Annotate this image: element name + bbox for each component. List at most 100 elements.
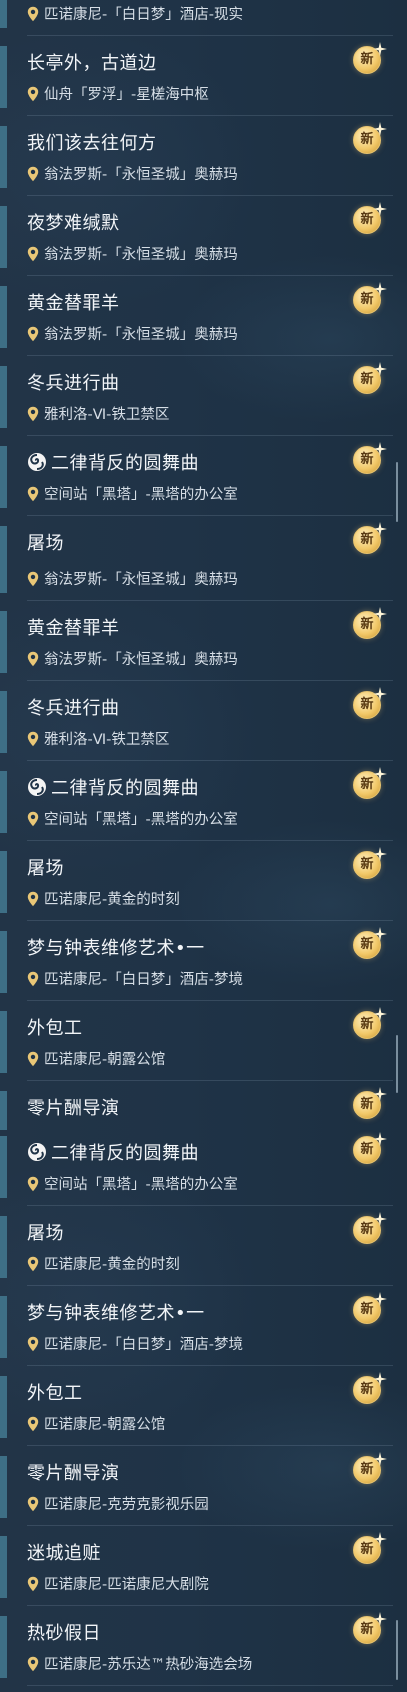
quest-title: 零片酬导演 bbox=[27, 1098, 120, 1119]
new-badge: 新 bbox=[353, 524, 387, 558]
new-badge: 新 bbox=[353, 1614, 387, 1648]
row-accent bbox=[0, 1216, 7, 1278]
scrollbar[interactable] bbox=[396, 462, 398, 522]
row-accent bbox=[0, 771, 7, 833]
location-pin-icon bbox=[27, 486, 39, 502]
list-item[interactable]: 梦与钟表维修艺术•一 匹诺康尼-「白日梦」酒店-梦境 新 bbox=[0, 1286, 407, 1366]
location-pin-icon bbox=[27, 971, 39, 987]
location-text: 空间站「黑塔」-黑塔的办公室 bbox=[27, 483, 238, 504]
new-badge: 新 bbox=[353, 284, 387, 318]
list-item[interactable]: 二律背反的圆舞曲 空间站「黑塔」-黑塔的办公室 新 bbox=[0, 1130, 407, 1206]
sparkle-icon bbox=[373, 202, 387, 216]
list-item-partial[interactable]: 翁法罗斯-「永恒圣城」奥赫玛 bbox=[0, 565, 407, 601]
location-pin-icon bbox=[27, 1656, 39, 1672]
sparkle-icon bbox=[373, 1532, 387, 1546]
location-text: 匹诺康尼-克劳克影视乐园 bbox=[27, 1493, 209, 1514]
sparkle-icon bbox=[373, 607, 387, 621]
sparkle-icon bbox=[373, 927, 387, 941]
new-badge: 新 bbox=[353, 1374, 387, 1408]
sparkle-icon bbox=[373, 1132, 387, 1146]
location-text: 匹诺康尼-朝露公馆 bbox=[27, 1413, 165, 1434]
list-item[interactable]: 外包工 匹诺康尼-朝露公馆 新 bbox=[0, 1001, 407, 1081]
location-text: 空间站「黑塔」-黑塔的办公室 bbox=[27, 1173, 238, 1194]
sparkle-icon bbox=[373, 767, 387, 781]
location-pin-icon bbox=[27, 6, 39, 22]
location-pin-icon bbox=[27, 406, 39, 422]
row-accent bbox=[0, 851, 7, 913]
list-item[interactable]: 零片酬导演 新 bbox=[0, 1081, 407, 1130]
location-pin-icon bbox=[27, 246, 39, 262]
location-pin-icon bbox=[27, 1336, 39, 1352]
new-badge: 新 bbox=[353, 689, 387, 723]
list-item[interactable]: 屠场 匹诺康尼-黄金的时刻 新 bbox=[0, 1206, 407, 1286]
row-accent bbox=[0, 0, 7, 28]
row-accent bbox=[0, 1376, 7, 1438]
location-text: 雅利洛-Ⅵ-铁卫禁区 bbox=[27, 728, 169, 749]
location-text: 匹诺康尼-匹诺康尼大剧院 bbox=[27, 1573, 209, 1594]
location-pin-icon bbox=[27, 1576, 39, 1592]
list-item[interactable]: 冬兵进行曲 雅利洛-Ⅵ-铁卫禁区 新 bbox=[0, 681, 407, 761]
row-accent bbox=[0, 1616, 7, 1678]
list-item[interactable]: 迷城追赃 匹诺康尼-匹诺康尼大剧院 新 bbox=[0, 1526, 407, 1606]
location-text: 翁法罗斯-「永恒圣城」奥赫玛 bbox=[27, 323, 238, 344]
new-badge: 新 bbox=[353, 1534, 387, 1568]
quest-title: 外包工 bbox=[27, 1383, 83, 1404]
sparkle-icon bbox=[373, 42, 387, 56]
quest-title: 长亭外，古道边 bbox=[27, 53, 157, 74]
new-badge: 新 bbox=[353, 609, 387, 643]
special-quest-icon bbox=[27, 777, 47, 797]
new-badge: 新 bbox=[353, 929, 387, 963]
list-item[interactable]: 热砂假日 匹诺康尼-苏乐达™热砂海选会场 新 bbox=[0, 1606, 407, 1686]
list-item[interactable]: 我们该去往何方 翁法罗斯-「永恒圣城」奥赫玛 新 bbox=[0, 116, 407, 196]
scrollbar[interactable] bbox=[396, 1035, 398, 1093]
scrollbar[interactable] bbox=[396, 1620, 398, 1680]
location-pin-icon bbox=[27, 571, 39, 587]
sparkle-icon bbox=[373, 1372, 387, 1386]
list-item[interactable]: 夜梦难缄默 翁法罗斯-「永恒圣城」奥赫玛 新 bbox=[0, 196, 407, 276]
row-accent bbox=[0, 1456, 7, 1518]
list-item[interactable]: 长亭外，古道边仙舟「罗浮」-星槎海中枢 新 bbox=[0, 36, 407, 116]
location-text: 仙舟「罗浮」-星槎海中枢 bbox=[27, 83, 209, 104]
list-item[interactable]: 黄金替罪羊 翁法罗斯-「永恒圣城」奥赫玛 新 bbox=[0, 601, 407, 681]
sparkle-icon bbox=[373, 522, 387, 536]
row-accent bbox=[0, 1536, 7, 1598]
sparkle-icon bbox=[373, 1087, 387, 1101]
location-pin-icon bbox=[27, 1176, 39, 1192]
new-badge: 新 bbox=[353, 1294, 387, 1328]
new-badge: 新 bbox=[353, 444, 387, 478]
new-badge: 新 bbox=[353, 124, 387, 158]
list-item[interactable]: 冬兵进行曲 雅利洛-Ⅵ-铁卫禁区 新 bbox=[0, 356, 407, 436]
list-item[interactable]: 黄金替罪羊翁法罗斯-「永恒圣城」奥赫玛 新 bbox=[0, 276, 407, 356]
list-item[interactable]: 屠场 新 bbox=[0, 516, 407, 565]
row-accent bbox=[0, 691, 7, 753]
list-item[interactable]: 零片酬导演 匹诺康尼-克劳克影视乐园 新 bbox=[0, 1446, 407, 1526]
new-badge: 新 bbox=[353, 1134, 387, 1168]
quest-title: 二律背反的圆舞曲 bbox=[27, 774, 199, 800]
quest-title: 黄金替罪羊 bbox=[27, 293, 120, 314]
list-item[interactable]: 外包工匹诺康尼-朝露公馆 新 bbox=[0, 1366, 407, 1446]
new-badge: 新 bbox=[353, 1089, 387, 1123]
sparkle-icon bbox=[373, 1452, 387, 1466]
list-item[interactable]: 梦与钟表维修艺术•一 匹诺康尼-「白日梦」酒店-梦境 新 bbox=[0, 921, 407, 1001]
list-item[interactable]: 屠场 匹诺康尼-黄金的时刻 新 bbox=[0, 841, 407, 921]
row-accent bbox=[0, 931, 7, 993]
quest-list-panel-3: 二律背反的圆舞曲 空间站「黑塔」-黑塔的办公室新屠场 匹诺康尼-黄金的时刻新梦与钟表… bbox=[0, 1130, 407, 1692]
list-item[interactable]: 二律背反的圆舞曲 空间站「黑塔」-黑塔的办公室 新 bbox=[0, 761, 407, 841]
row-accent bbox=[0, 446, 7, 508]
sparkle-icon bbox=[373, 847, 387, 861]
location-pin-icon bbox=[27, 651, 39, 667]
new-badge: 新 bbox=[353, 849, 387, 883]
quest-title: 梦与钟表维修艺术•一 bbox=[27, 1303, 205, 1324]
list-item-partial[interactable]: 匹诺康尼-「白日梦」酒店-现实 bbox=[0, 0, 407, 36]
location-pin-icon bbox=[27, 891, 39, 907]
new-badge: 新 bbox=[353, 364, 387, 398]
row-accent bbox=[0, 46, 7, 108]
list-item[interactable]: 二律背反的圆舞曲 空间站「黑塔」-黑塔的办公室 新 bbox=[0, 436, 407, 516]
new-badge: 新 bbox=[353, 1454, 387, 1488]
quest-list-panel-2: 翁法罗斯-「永恒圣城」奥赫玛 黄金替罪羊 翁法罗斯-「永恒圣城」奥赫玛新冬兵进行曲… bbox=[0, 565, 407, 1130]
quest-title: 梦与钟表维修艺术•一 bbox=[27, 938, 205, 959]
sparkle-icon bbox=[373, 282, 387, 296]
new-badge: 新 bbox=[353, 204, 387, 238]
row-accent bbox=[0, 1296, 7, 1358]
new-badge: 新 bbox=[353, 44, 387, 78]
